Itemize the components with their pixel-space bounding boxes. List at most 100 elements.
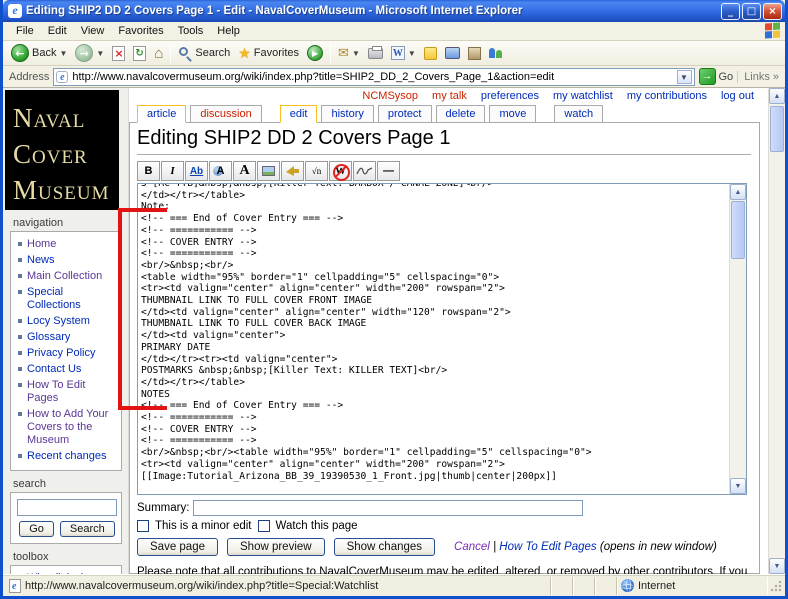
tab-delete[interactable]: delete <box>436 105 486 122</box>
preferences-link[interactable]: preferences <box>481 90 539 102</box>
sidebar-link[interactable]: Contact Us <box>27 363 81 375</box>
my-watchlist-link[interactable]: my watchlist <box>553 90 613 102</box>
sidebar-item-privacy-policy[interactable]: Privacy Policy <box>15 345 119 361</box>
editor-scrollbar-thumb[interactable] <box>731 201 745 259</box>
log-out-link[interactable]: log out <box>721 90 754 102</box>
sidebar-item-how-to-edit[interactable]: How To Edit Pages <box>15 377 119 406</box>
tab-edit[interactable]: edit <box>280 105 318 123</box>
scroll-down-icon[interactable]: ▼ <box>730 478 746 494</box>
sidebar-link[interactable]: Glossary <box>27 331 70 343</box>
sidebar-item-main-collection[interactable]: Main Collection <box>15 268 119 284</box>
show-changes-button[interactable]: Show changes <box>334 538 435 556</box>
external-link-icon[interactable]: A <box>209 161 232 181</box>
search-search-button[interactable]: Search <box>60 521 115 537</box>
menu-favorites[interactable]: Favorites <box>111 23 170 39</box>
encyclopedia-button[interactable] <box>464 46 485 61</box>
forward-button[interactable]: → ▼ <box>71 43 108 63</box>
title-bar[interactable]: e Editing SHIP2 DD 2 Covers Page 1 - Edi… <box>3 0 785 22</box>
save-page-button[interactable]: Save page <box>137 538 218 556</box>
search-button[interactable]: Search <box>174 45 234 61</box>
window-scroll-down-icon[interactable]: ▼ <box>769 558 785 574</box>
minor-edit-checkbox[interactable] <box>137 520 149 532</box>
username-link[interactable]: NCMSysop <box>362 90 418 102</box>
research-button[interactable] <box>441 46 464 60</box>
internal-link-icon[interactable]: Ab <box>185 161 208 181</box>
nowiki-icon[interactable]: W <box>329 161 352 181</box>
media-file-icon[interactable] <box>281 161 304 181</box>
minimize-button[interactable]: _ <box>721 3 740 20</box>
window-scroll-up-icon[interactable]: ▲ <box>769 88 785 104</box>
forward-dropdown-icon[interactable]: ▼ <box>96 49 104 58</box>
headline-icon[interactable]: A <box>233 161 256 181</box>
cancel-link[interactable]: Cancel <box>454 541 490 553</box>
italic-icon[interactable]: I <box>161 161 184 181</box>
editor-scrollbar[interactable]: ▲ ▼ <box>729 184 746 494</box>
window-scrollbar[interactable]: ▲ ▼ <box>768 88 785 574</box>
go-button[interactable]: → Go <box>699 68 734 85</box>
tab-discussion[interactable]: discussion <box>190 105 261 122</box>
print-button[interactable] <box>364 47 387 60</box>
home-button[interactable]: ⌂ <box>150 44 167 63</box>
sidebar-item-special-collections[interactable]: Special Collections <box>15 284 119 313</box>
stop-button[interactable]: × <box>108 45 129 62</box>
menu-tools[interactable]: Tools <box>171 23 211 39</box>
sidebar-item-home[interactable]: Home <box>15 236 119 252</box>
close-button[interactable]: × <box>763 3 782 20</box>
maximize-button[interactable]: □ <box>742 3 761 20</box>
back-button[interactable]: ← Back ▼ <box>7 43 71 63</box>
menu-help[interactable]: Help <box>210 23 247 39</box>
sidebar-item-news[interactable]: News <box>15 252 119 268</box>
refresh-button[interactable]: ↻ <box>129 45 150 62</box>
tab-protect[interactable]: protect <box>378 105 432 122</box>
bold-icon[interactable]: B <box>137 161 160 181</box>
address-input[interactable]: e http://www.navalcovermuseum.org/wiki/i… <box>53 68 694 86</box>
my-contributions-link[interactable]: my contributions <box>627 90 707 102</box>
sidebar-link[interactable]: How to Add Your Covers to the Museum <box>27 408 108 446</box>
show-preview-button[interactable]: Show preview <box>227 538 325 556</box>
tab-article[interactable]: article <box>137 105 186 123</box>
how-to-edit-link[interactable]: How To Edit Pages <box>499 541 596 553</box>
sidebar-link[interactable]: Home <box>27 238 56 250</box>
summary-input[interactable] <box>193 500 583 516</box>
messenger-button[interactable] <box>485 47 506 59</box>
menu-view[interactable]: View <box>74 23 112 39</box>
sidebar-link[interactable]: News <box>27 254 55 266</box>
tab-watch[interactable]: watch <box>554 105 603 122</box>
mail-button[interactable]: ✉▼ <box>334 44 364 62</box>
tab-history[interactable]: history <box>321 105 373 122</box>
sidebar-link[interactable]: Main Collection <box>27 270 102 282</box>
sidebar-item-contact-us[interactable]: Contact Us <box>15 361 119 377</box>
notes-button[interactable] <box>420 46 441 61</box>
mail-dropdown-icon[interactable]: ▼ <box>352 49 360 58</box>
sidebar-link[interactable]: Special Collections <box>27 286 81 311</box>
address-dropdown-icon[interactable]: ▼ <box>677 70 692 84</box>
search-go-button[interactable]: Go <box>19 521 54 537</box>
word-dropdown-icon[interactable]: ▼ <box>408 49 416 58</box>
site-logo[interactable]: Naval Cover Museum <box>5 90 119 210</box>
tab-move[interactable]: move <box>489 105 536 122</box>
links-button[interactable]: Links » <box>737 71 779 83</box>
toolbox-item-what-links-here[interactable]: What links here <box>15 570 119 574</box>
sidebar-link[interactable]: Privacy Policy <box>27 347 95 359</box>
math-icon[interactable]: √n <box>305 161 328 181</box>
sidebar-link[interactable]: How To Edit Pages <box>27 379 86 404</box>
media-button[interactable]: ▶ <box>303 44 327 62</box>
window-scrollbar-thumb[interactable] <box>770 106 784 152</box>
sidebar-item-locy-system[interactable]: Locy System <box>15 313 119 329</box>
back-dropdown-icon[interactable]: ▼ <box>59 49 67 58</box>
search-input[interactable] <box>17 499 117 516</box>
wikitext-editor[interactable]: 5 [AC-TYB]&nbsp;&nbsp;[Killer Text: BARB… <box>137 183 747 495</box>
watch-page-checkbox[interactable] <box>258 520 270 532</box>
resize-grip[interactable] <box>769 579 783 593</box>
edit-with-word-button[interactable]: W▼ <box>387 45 420 61</box>
sidebar-link[interactable]: Recent changes <box>27 450 107 462</box>
signature-icon[interactable] <box>353 161 376 181</box>
sidebar-link[interactable]: Locy System <box>27 315 90 327</box>
sidebar-item-add-covers[interactable]: How to Add Your Covers to the Museum <box>15 406 119 448</box>
image-icon[interactable] <box>257 161 280 181</box>
scroll-up-icon[interactable]: ▲ <box>730 184 746 200</box>
menu-edit[interactable]: Edit <box>41 23 74 39</box>
favorites-button[interactable]: ★ Favorites <box>234 44 303 63</box>
sidebar-item-glossary[interactable]: Glossary <box>15 329 119 345</box>
menu-file[interactable]: File <box>9 23 41 39</box>
